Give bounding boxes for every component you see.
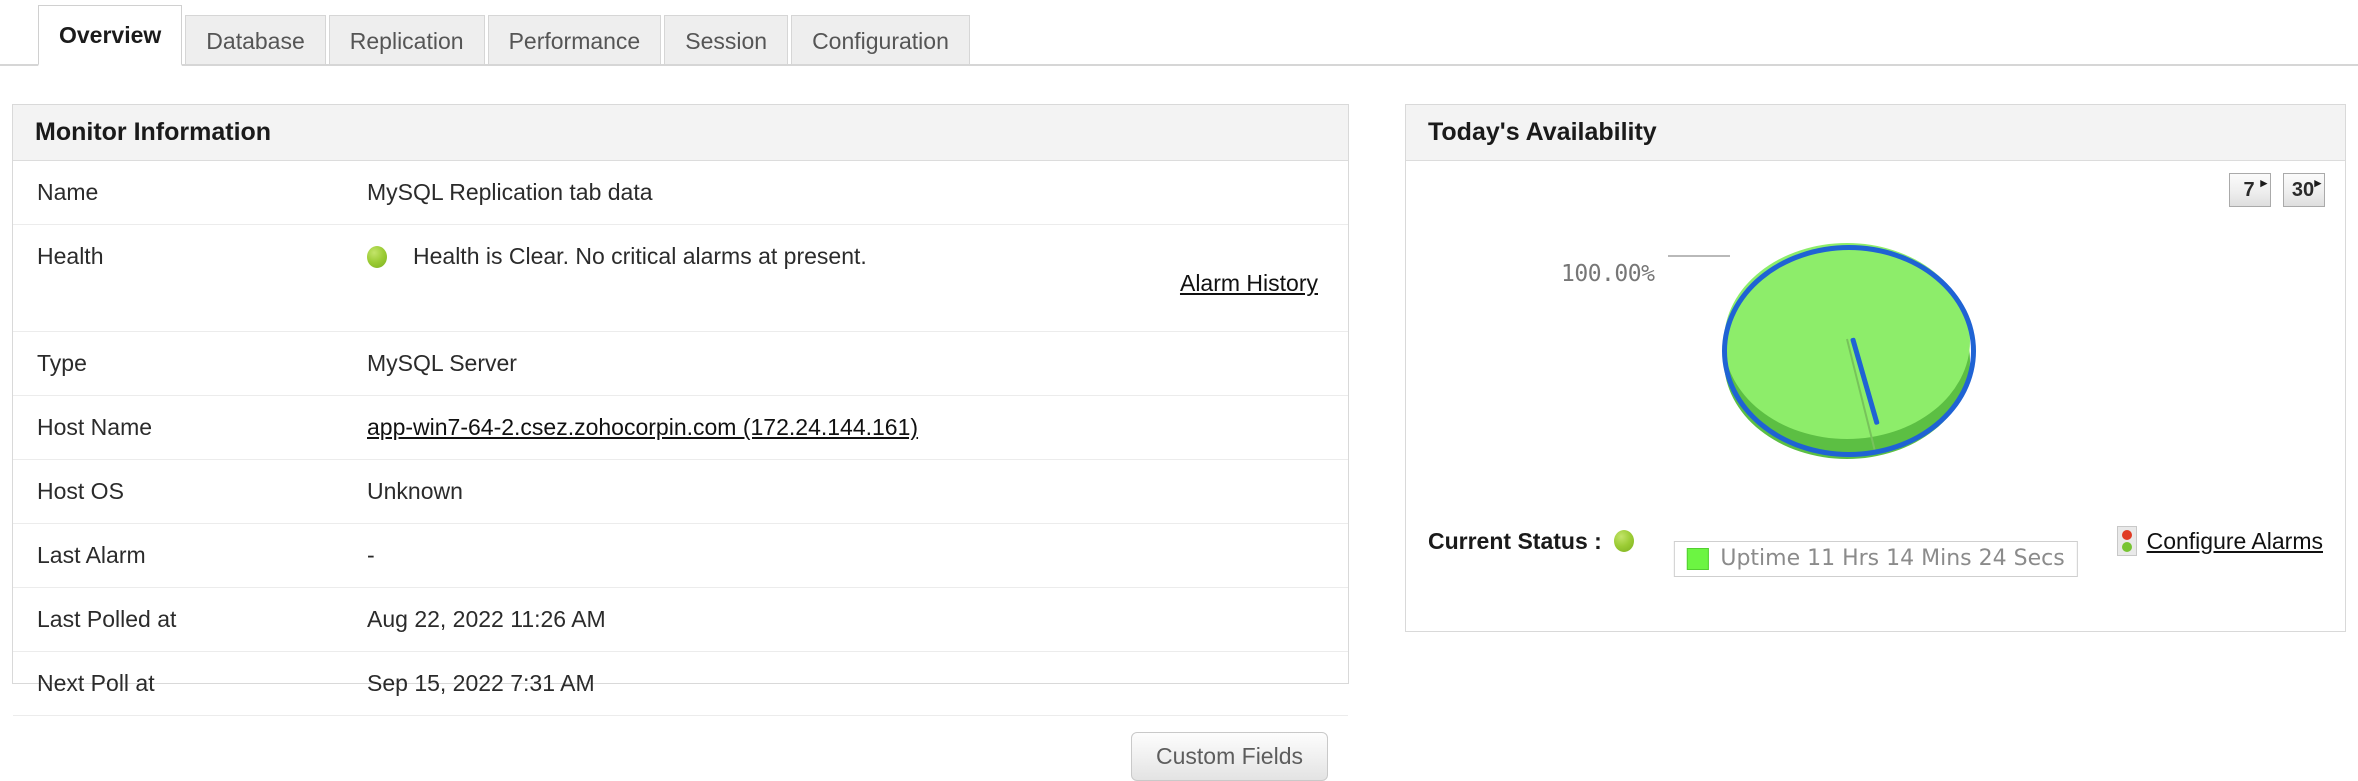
status-dot-icon xyxy=(367,246,387,268)
monitor-information-table: Name MySQL Replication tab data Health H… xyxy=(13,161,1348,716)
row-label-host-name: Host Name xyxy=(13,396,367,460)
monitor-panel-footer: Custom Fields xyxy=(13,716,1348,781)
tab-session[interactable]: Session xyxy=(664,15,788,66)
tab-overview[interactable]: Overview xyxy=(38,5,182,66)
tab-configuration[interactable]: Configuration xyxy=(791,15,970,66)
host-name-link[interactable]: app-win7-64-2.csez.zohocorpin.com (172.2… xyxy=(367,414,918,440)
configure-alarms-link[interactable]: Configure Alarms xyxy=(2147,528,2323,555)
tab-replication-label: Replication xyxy=(350,30,464,53)
tab-list: Overview Database Replication Performanc… xyxy=(38,8,973,66)
row-label-name: Name xyxy=(13,161,367,225)
chevron-right-icon: ▸ xyxy=(2260,176,2267,189)
row-label-next-poll-at: Next Poll at xyxy=(13,652,367,716)
configure-alarms-group[interactable]: Configure Alarms xyxy=(2117,526,2323,556)
table-row: Host Name app-win7-64-2.csez.zohocorpin.… xyxy=(13,396,1348,460)
current-status-group: Current Status : xyxy=(1428,528,1634,555)
row-value-host-os: Unknown xyxy=(367,460,1348,524)
tab-strip-divider xyxy=(0,64,2358,66)
pie-selection-ring xyxy=(1722,245,1976,457)
table-row: Last Alarm - xyxy=(13,524,1348,588)
range-button-30-label: 30 xyxy=(2292,180,2314,200)
table-row: Name MySQL Replication tab data xyxy=(13,161,1348,225)
tab-performance[interactable]: Performance xyxy=(488,15,662,66)
table-row: Last Polled at Aug 22, 2022 11:26 AM xyxy=(13,588,1348,652)
pie-graphic xyxy=(1722,243,1972,483)
tab-overview-label: Overview xyxy=(59,24,161,47)
todays-availability-header: Today's Availability xyxy=(1406,105,2345,161)
tab-replication[interactable]: Replication xyxy=(329,15,485,66)
alarm-history-link[interactable]: Alarm History xyxy=(1180,270,1318,296)
page-title: Monitor Information xyxy=(35,120,271,145)
traffic-light-icon xyxy=(2117,526,2137,556)
tab-configuration-label: Configuration xyxy=(812,30,949,53)
table-row: Host OS Unknown xyxy=(13,460,1348,524)
health-status-text: Health is Clear. No critical alarms at p… xyxy=(413,243,867,270)
table-row: Type MySQL Server xyxy=(13,332,1348,396)
row-value-host-name: app-win7-64-2.csez.zohocorpin.com (172.2… xyxy=(367,396,1348,460)
row-label-host-os: Host OS xyxy=(13,460,367,524)
row-value-last-alarm: - xyxy=(367,524,1348,588)
row-value-type: MySQL Server xyxy=(367,332,1348,396)
custom-fields-button[interactable]: Custom Fields xyxy=(1131,732,1328,781)
pie-label-leader-line xyxy=(1668,255,1730,257)
row-value-health: Health is Clear. No critical alarms at p… xyxy=(367,225,1348,332)
table-row: Next Poll at Sep 15, 2022 7:31 AM xyxy=(13,652,1348,716)
row-label-last-alarm: Last Alarm xyxy=(13,524,367,588)
current-status-label: Current Status : xyxy=(1428,528,1602,555)
tab-database[interactable]: Database xyxy=(185,15,325,66)
row-value-name: MySQL Replication tab data xyxy=(367,161,1348,225)
pie-slice-percent-label: 100.00% xyxy=(1561,261,1654,287)
health-status-line: Health is Clear. No critical alarms at p… xyxy=(367,243,1328,270)
chevron-right-icon: ▸ xyxy=(2314,176,2321,189)
todays-availability-panel: Today's Availability 7 ▸ 30 ▸ 100.00% xyxy=(1405,104,2346,632)
row-label-health: Health xyxy=(13,225,367,332)
availability-title: Today's Availability xyxy=(1428,120,1657,145)
row-label-last-polled-at: Last Polled at xyxy=(13,588,367,652)
range-button-7-label: 7 xyxy=(2243,180,2254,200)
tab-database-label: Database xyxy=(206,30,304,53)
current-status-dot-icon xyxy=(1614,530,1634,552)
row-value-last-polled-at: Aug 22, 2022 11:26 AM xyxy=(367,588,1348,652)
tab-session-label: Session xyxy=(685,30,767,53)
availability-pie-chart: 100.00% Uptime 11 Hrs 14 Mins 24 Secs xyxy=(1406,201,2345,501)
tab-strip: Overview Database Replication Performanc… xyxy=(0,0,2358,66)
monitor-information-header: Monitor Information xyxy=(13,105,1348,161)
availability-footer: Current Status : Configure Alarms xyxy=(1406,506,2345,576)
row-value-next-poll-at: Sep 15, 2022 7:31 AM xyxy=(367,652,1348,716)
row-label-type: Type xyxy=(13,332,367,396)
tab-performance-label: Performance xyxy=(509,30,641,53)
monitor-information-panel: Monitor Information Name MySQL Replicati… xyxy=(12,104,1349,684)
availability-body: 7 ▸ 30 ▸ 100.00% Uptime 11 Hrs 14 Mins 2… xyxy=(1406,161,2345,576)
table-row: Health Health is Clear. No critical alar… xyxy=(13,225,1348,332)
alarm-history-container: Alarm History xyxy=(367,270,1328,313)
